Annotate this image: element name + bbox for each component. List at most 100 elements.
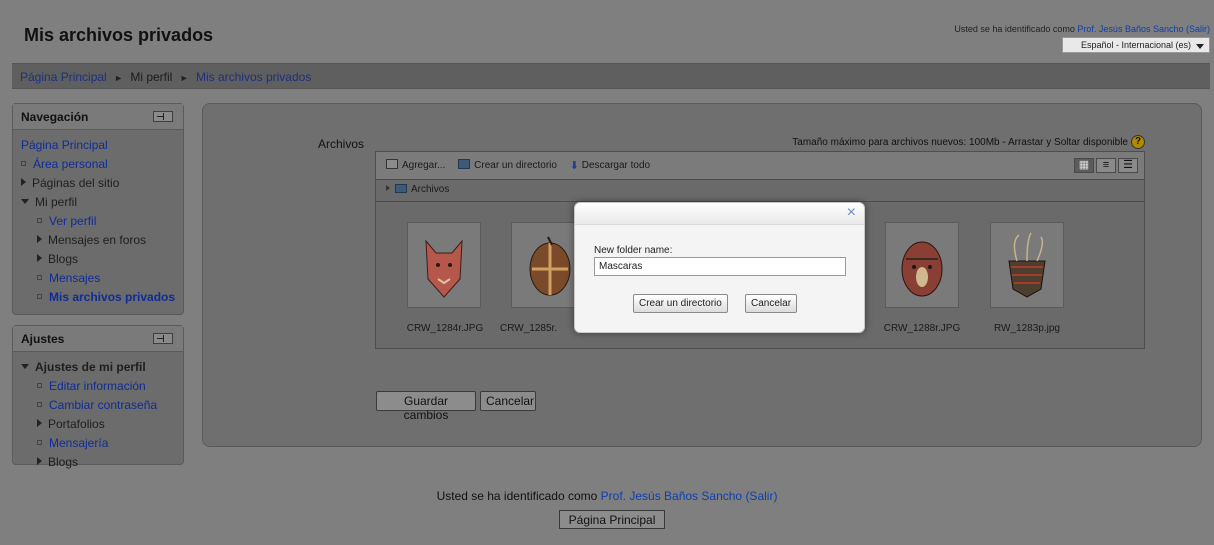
path-root-link[interactable]: Archivos [411, 184, 449, 195]
dialog-header: × [575, 203, 864, 225]
settings-item[interactable]: Ajustes de mi perfil [21, 358, 175, 377]
footer-user-link[interactable]: Prof. Jesús Baños Sancho [601, 489, 742, 503]
download-icon [570, 159, 578, 169]
files-label: Archivos [318, 137, 365, 151]
add-file-icon [386, 159, 398, 169]
file-name[interactable]: CRW_1288r.JPG [872, 323, 972, 334]
footer-logout-link[interactable]: (Salir) [745, 489, 777, 503]
folder-icon [395, 184, 407, 193]
navigation-item[interactable]: Ver perfil [21, 212, 175, 231]
expand-arrow-icon [37, 457, 42, 465]
file-thumbnail[interactable] [990, 222, 1064, 308]
login-prefix: Usted se ha identificado como [954, 24, 1075, 34]
mask-image [901, 241, 943, 297]
file-name[interactable]: RW_1283p.jpg [977, 323, 1077, 334]
add-file-label: Agregar... [402, 160, 446, 171]
navigation-item[interactable]: Blogs [21, 250, 175, 269]
view-switcher: ▦ ≡ ☰ [1072, 158, 1138, 173]
bullet-icon [37, 218, 42, 223]
navigation-item-label: Ver perfil [49, 214, 97, 228]
breadcrumb-separator: ► [114, 73, 123, 83]
settings-item[interactable]: Editar información [21, 377, 175, 396]
mask-image [425, 239, 463, 298]
file-thumbnail[interactable] [407, 222, 481, 308]
bullet-icon [37, 294, 42, 299]
language-value: Español - Internacional (es) [1080, 40, 1191, 50]
expand-arrow-icon [37, 419, 42, 427]
breadcrumb-home[interactable]: Página Principal [20, 70, 107, 84]
logout-link[interactable]: (Salir) [1186, 24, 1210, 34]
page-title: Mis archivos privados [24, 25, 214, 45]
navigation-item[interactable]: Página Principal [21, 136, 175, 155]
download-all-label: Descargar todo [581, 160, 651, 171]
file-thumbnail[interactable] [885, 222, 959, 308]
create-directory-label: Crear un directorio [474, 160, 557, 171]
create-directory-confirm-button[interactable]: Crear un directorio [633, 294, 728, 313]
save-changes-button[interactable]: Guardar cambios [376, 391, 476, 422]
expand-arrow-icon [37, 235, 42, 243]
navigation-item[interactable]: Mensajes en foros [21, 231, 175, 250]
settings-item[interactable]: Cambiar contraseña [21, 396, 175, 415]
dock-icon[interactable] [153, 111, 173, 122]
page: Mis archivos privados Usted se ha identi… [0, 0, 1214, 545]
mask-image [1008, 232, 1046, 298]
settings-item-label: Ajustes de mi perfil [35, 360, 146, 374]
navigation-item[interactable]: Mensajes [21, 269, 175, 288]
breadcrumb-profile: Mi perfil [130, 70, 173, 84]
bullet-icon [37, 440, 42, 445]
breadcrumb-current[interactable]: Mis archivos privados [196, 70, 311, 84]
navigation-item[interactable]: Área personal [21, 155, 175, 174]
navigation-item-label: Mi perfil [35, 195, 78, 209]
expand-arrow-icon [386, 185, 390, 191]
create-directory-button[interactable]: Crear un directorio [458, 159, 557, 171]
breadcrumb: Página Principal ► Mi perfil ► Mis archi… [12, 63, 1210, 89]
max-size-info: Tamaño máximo para archivos nuevos: 100M… [792, 137, 1128, 148]
dialog-cancel-button[interactable]: Cancelar [745, 294, 798, 313]
new-folder-label: New folder name: [594, 245, 673, 256]
navigation-item-label: Blogs [48, 252, 79, 266]
new-folder-name-input[interactable] [594, 257, 846, 276]
cancel-button[interactable]: Cancelar [480, 391, 536, 411]
settings-item[interactable]: Blogs [21, 453, 175, 472]
mask-image [529, 236, 571, 296]
icon-view-button[interactable]: ▦ [1074, 158, 1094, 173]
tree-view-button[interactable]: ☰ [1118, 158, 1138, 173]
file-name[interactable]: CRW_1284r.JPG [395, 323, 495, 334]
settings-item-label: Blogs [48, 455, 79, 469]
settings-item-label: Editar información [49, 379, 146, 393]
settings-title: Ajustes [21, 332, 65, 346]
download-all-button[interactable]: Descargar todo [570, 159, 650, 171]
settings-item-label: Portafolios [48, 417, 105, 431]
dock-icon[interactable] [153, 333, 173, 344]
user-profile-link[interactable]: Prof. Jesús Baños Sancho [1077, 24, 1183, 34]
file-name[interactable]: CRW_1285r. [500, 323, 560, 334]
close-icon[interactable]: × [847, 205, 856, 221]
navigation-item[interactable]: Mi perfil [21, 193, 175, 212]
settings-item[interactable]: Portafolios [21, 415, 175, 434]
navigation-item-label: Mis archivos privados [49, 290, 176, 304]
navigation-item[interactable]: Páginas del sitio [21, 174, 175, 193]
navigation-block: Navegación Página Principal Área personal… [12, 103, 184, 315]
settings-item-label: Mensajería [49, 436, 109, 450]
navigation-item-label: Páginas del sitio [32, 176, 120, 190]
settings-block-header: Ajustes [13, 326, 183, 352]
bullet-icon [37, 383, 42, 388]
settings-block: Ajustes Ajustes de mi perfil Editar infor… [12, 325, 184, 469]
expand-arrow-icon [21, 178, 26, 186]
bullet-icon [37, 402, 42, 407]
settings-item[interactable]: Mensajería [21, 434, 175, 453]
help-icon[interactable]: ? [1131, 135, 1145, 149]
navigation-item[interactable]: Mis archivos privados [21, 288, 175, 307]
add-file-button[interactable]: Agregar... [386, 159, 445, 171]
collapse-arrow-icon [21, 364, 29, 369]
file-manager-path: Archivos [376, 180, 1144, 202]
settings-item-label: Cambiar contraseña [49, 398, 158, 412]
login-info: Usted se ha identificado como Prof. Jesú… [954, 24, 1210, 34]
new-folder-dialog: × New folder name: Crear un directorio C… [574, 202, 865, 333]
language-select[interactable]: Español - Internacional (es) [1062, 37, 1210, 53]
list-view-button[interactable]: ≡ [1096, 158, 1116, 173]
navigation-item-label: Página Principal [21, 138, 108, 152]
footer-home-button[interactable]: Página Principal [559, 510, 665, 529]
collapse-arrow-icon [21, 199, 29, 204]
expand-arrow-icon [37, 254, 42, 262]
